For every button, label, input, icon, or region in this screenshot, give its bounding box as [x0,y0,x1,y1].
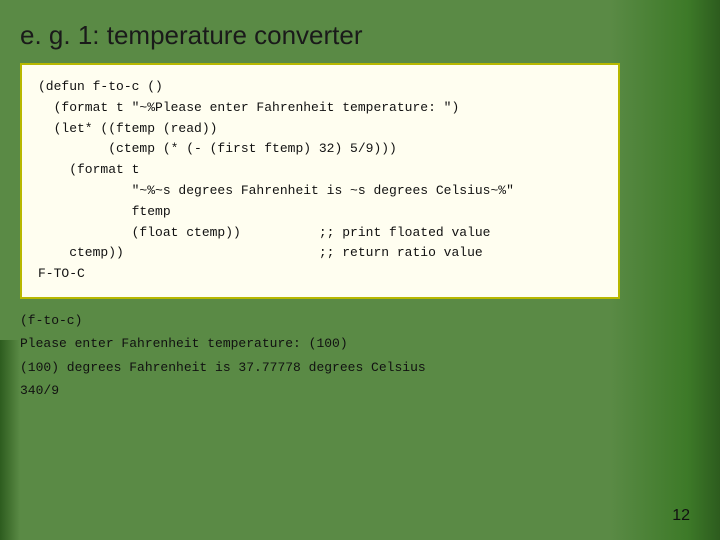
code-line-6: "~%~s degrees Fahrenheit is ~s degrees C… [38,181,602,202]
slide-title: e. g. 1: temperature converter [20,20,660,51]
code-line-3: (let* ((ftemp (read)) [38,119,602,140]
page-number: 12 [672,507,690,525]
output-line-2: Please enter Fahrenheit temperature: (10… [20,332,660,355]
page-number-text: 12 [672,507,690,524]
code-block: (defun f-to-c () (format t "~%Please ent… [20,63,620,299]
output-line-1: (f-to-c) [20,309,660,332]
code-line-9: ctemp)) ;; return ratio value [38,243,602,264]
leaf-decoration-left [0,340,20,540]
code-line-10: F-TO-C [38,264,602,285]
output-line-4: 340/9 [20,379,660,402]
code-line-1: (defun f-to-c () [38,77,602,98]
code-line-7: ftemp [38,202,602,223]
title-text: e. g. 1: temperature converter [20,20,363,50]
slide-content: e. g. 1: temperature converter (defun f-… [20,20,660,403]
output-block: (f-to-c) Please enter Fahrenheit tempera… [20,309,660,403]
code-line-4: (ctemp (* (- (first ftemp) 32) 5/9))) [38,139,602,160]
output-line-3: (100) degrees Fahrenheit is 37.77778 deg… [20,356,660,379]
code-line-5: (format t [38,160,602,181]
code-line-8: (float ctemp)) ;; print floated value [38,223,602,244]
code-line-2: (format t "~%Please enter Fahrenheit tem… [38,98,602,119]
